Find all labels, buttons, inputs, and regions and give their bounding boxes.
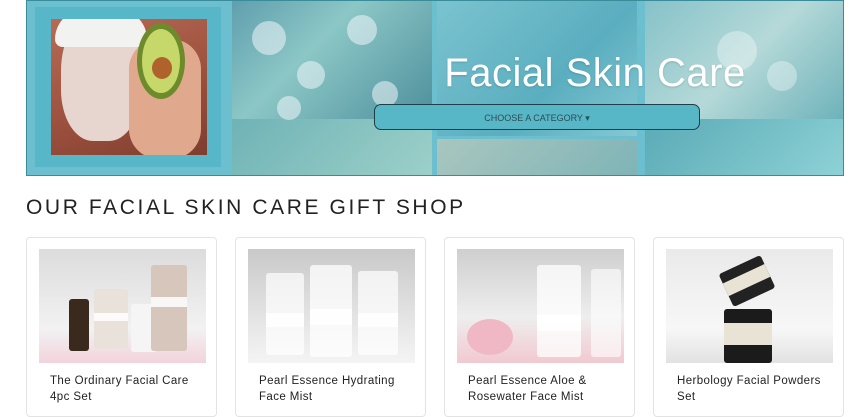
model-with-avocado-photo [51, 19, 207, 155]
product-image[interactable] [248, 249, 415, 363]
product-card[interactable]: Herbology Facial Powders Set [653, 237, 844, 417]
product-image[interactable] [457, 249, 624, 363]
product-name[interactable]: Pearl Essence Hydrating Face Mist [259, 373, 409, 405]
banner-title: Facial Skin Care [444, 51, 746, 95]
product-image[interactable] [666, 249, 833, 363]
shop-heading: OUR FACIAL SKIN CARE GIFT SHOP [26, 196, 466, 219]
product-card[interactable]: Pearl Essence Hydrating Face Mist [235, 237, 426, 417]
product-card[interactable]: Pearl Essence Aloe & Rosewater Face Mist [444, 237, 635, 417]
choose-category-button[interactable]: CHOOSE A CATEGORY ▾ [374, 104, 700, 130]
product-name[interactable]: Pearl Essence Aloe & Rosewater Face Mist [468, 373, 618, 405]
model-photo-frame [35, 7, 221, 167]
product-name[interactable]: The Ordinary Facial Care 4pc Set [50, 373, 200, 405]
product-card[interactable]: The Ordinary Facial Care 4pc Set [26, 237, 217, 417]
hero-banner: Facial Skin Care CHOOSE A CATEGORY ▾ [26, 0, 844, 176]
product-name[interactable]: Herbology Facial Powders Set [677, 373, 827, 405]
product-image[interactable] [39, 249, 206, 363]
